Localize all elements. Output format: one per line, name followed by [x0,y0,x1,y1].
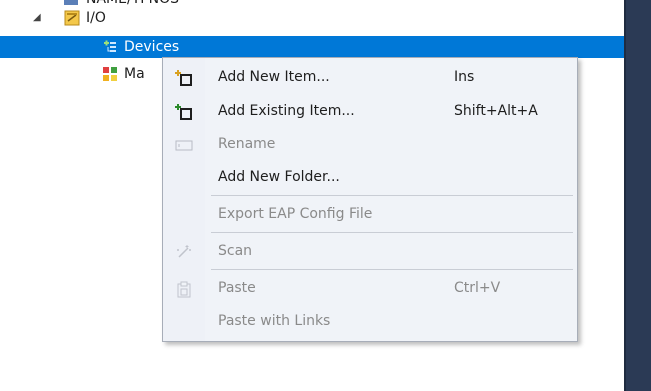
tree-node-label: I/O [86,10,106,26]
menu-item-export-eap-config[interactable]: Export EAP Config File [163,199,577,231]
menu-item-shortcut: Ctrl+V [454,280,501,296]
menu-item-add-new-folder[interactable]: Add New Folder... [163,162,577,194]
tree-node-devices[interactable]: Devices [0,36,624,58]
menu-item-label: Rename [218,136,276,152]
menu-item-add-new-item[interactable]: Add New Item... Ins [163,62,577,94]
io-folder-icon [64,10,80,26]
devices-node-icon [102,39,118,55]
mappings-node-icon [102,66,118,82]
menu-item-label: Export EAP Config File [218,206,373,222]
side-panel [624,0,651,391]
menu-item-paste-with-links[interactable]: Paste with Links [163,306,577,338]
menu-item-shortcut: Ins [454,69,475,85]
menu-separator [211,232,573,233]
device-node-icon [63,0,79,7]
menu-item-scan[interactable]: Scan [163,236,577,268]
menu-item-label: Scan [218,243,253,259]
menu-item-label: Paste [218,280,256,296]
scan-wand-icon [175,243,193,261]
menu-item-label: Paste with Links [218,313,331,329]
add-new-item-icon [175,69,193,87]
rename-icon [175,136,193,154]
expanded-arrow-icon[interactable]: ◢ [33,7,41,29]
add-existing-item-icon [175,103,193,121]
tree-node-io[interactable]: ◢ I/O [0,7,624,29]
menu-item-label: Add New Item... [218,69,330,85]
menu-item-label: Add Existing Item... [218,103,355,119]
menu-item-paste[interactable]: Paste Ctrl+V [163,273,577,305]
menu-item-shortcut: Shift+Alt+A [454,103,538,119]
side-panel-border [624,0,626,391]
tree-node-label: Devices [124,39,180,55]
menu-item-add-existing-item[interactable]: Add Existing Item... Shift+Alt+A [163,96,577,128]
menu-item-rename[interactable]: Rename [163,129,577,161]
menu-item-label: Add New Folder... [218,169,340,185]
context-menu: Add New Item... Ins Add Existing Item...… [162,57,578,342]
menu-separator [211,195,573,196]
paste-icon [175,280,193,298]
tree-node-label: Ma [124,66,145,82]
menu-separator [211,269,573,270]
